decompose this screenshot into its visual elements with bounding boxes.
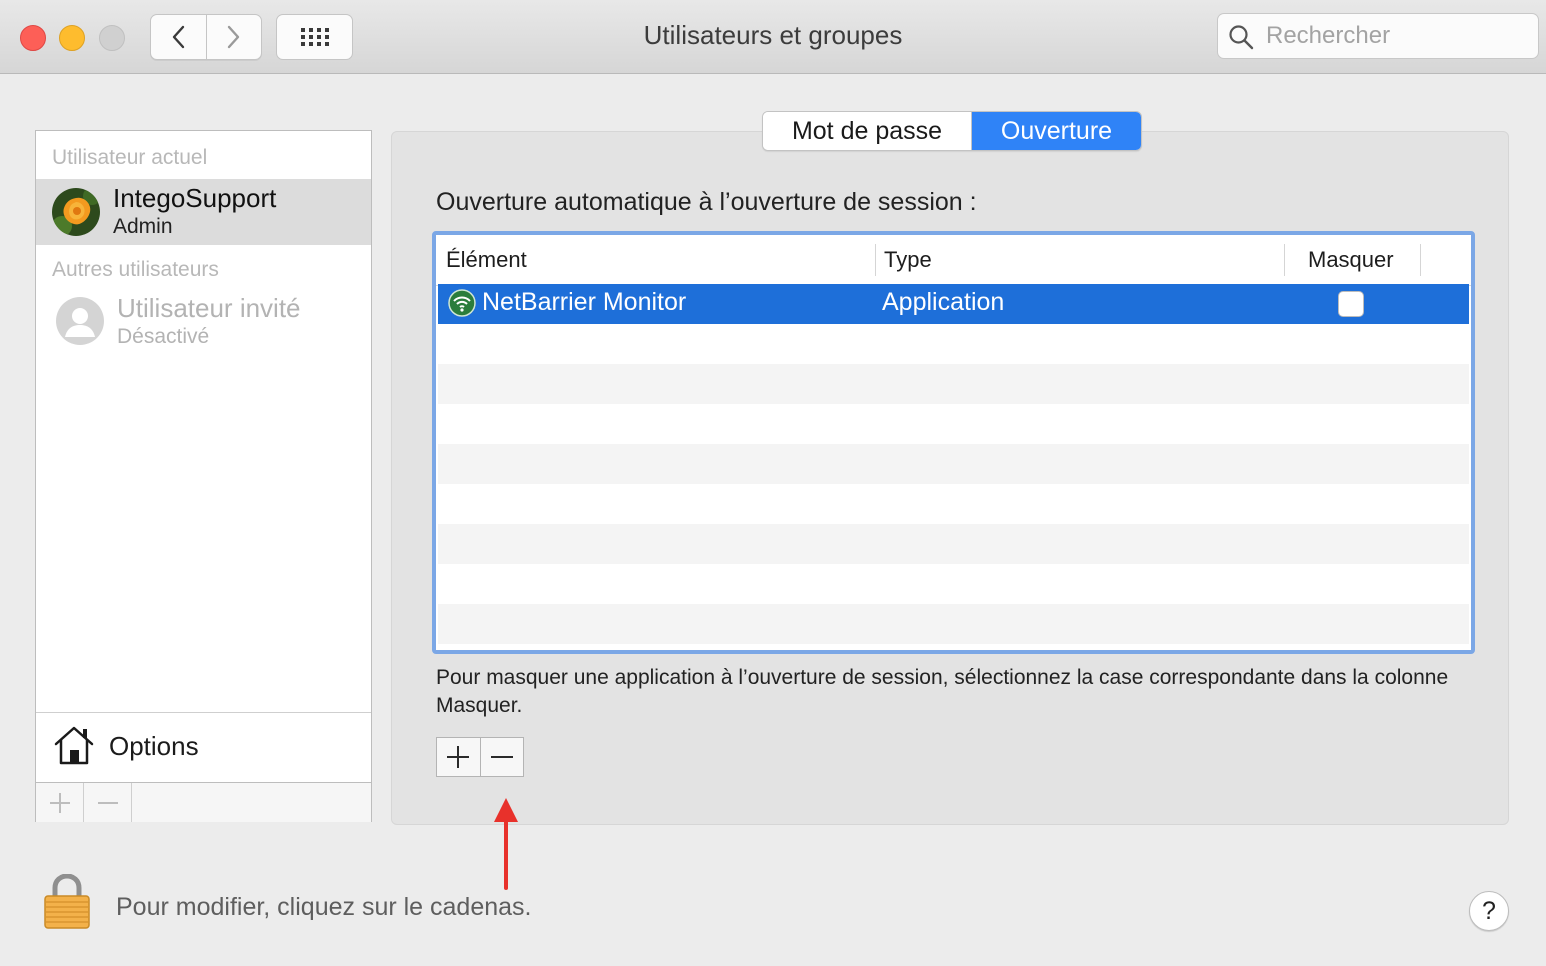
empty-row <box>438 484 1469 524</box>
empty-row <box>438 444 1469 484</box>
remove-login-item-button[interactable] <box>479 738 524 776</box>
current-user-section-label: Utilisateur actuel <box>52 146 208 169</box>
netbarrier-app-icon <box>448 289 476 317</box>
title-bar: Utilisateurs et groupes <box>0 0 1546 74</box>
column-divider <box>875 244 876 276</box>
remove-user-button[interactable] <box>84 783 132 822</box>
sidebar-footer <box>36 782 371 822</box>
help-button[interactable]: ? <box>1469 891 1509 931</box>
column-divider <box>1420 244 1421 276</box>
empty-row <box>438 604 1469 644</box>
guest-avatar <box>56 297 104 345</box>
table-header: Élément Type Masquer <box>436 235 1471 286</box>
other-users-section-label: Autres utilisateurs <box>52 258 219 281</box>
current-user-role: Admin <box>113 215 173 238</box>
current-user-row[interactable]: IntegoSupport Admin <box>36 179 371 245</box>
search-icon <box>1229 25 1254 50</box>
row-element-name: NetBarrier Monitor <box>482 288 687 316</box>
minus-icon <box>97 801 118 804</box>
padlock-icon[interactable] <box>43 874 91 930</box>
login-items-title: Ouverture automatique à l’ouverture de s… <box>436 188 977 216</box>
column-header-element[interactable]: Élément <box>446 247 527 273</box>
guest-user-name[interactable]: Utilisateur invité <box>117 293 301 324</box>
tab-password[interactable]: Mot de passe <box>763 112 972 150</box>
search-input[interactable] <box>1264 20 1528 52</box>
empty-row <box>438 524 1469 564</box>
add-user-button[interactable] <box>36 783 84 822</box>
options-label: Options <box>109 731 199 761</box>
login-options-row[interactable]: Options <box>36 712 371 783</box>
red-arrow-annotation-icon <box>494 798 518 890</box>
column-header-type[interactable]: Type <box>884 247 932 273</box>
column-divider <box>1284 244 1285 276</box>
guest-user-status: Désactivé <box>117 325 210 348</box>
current-user-name: IntegoSupport <box>113 183 277 213</box>
hide-checkbox[interactable] <box>1338 291 1364 317</box>
search-field[interactable] <box>1217 13 1539 59</box>
add-login-item-button[interactable] <box>437 738 480 776</box>
row-element-type: Application <box>882 288 1005 316</box>
avatar <box>52 188 100 236</box>
users-sidebar: Utilisateur actuel IntegoSupport Admin A… <box>35 130 372 822</box>
empty-row <box>438 364 1469 404</box>
lock-hint-text: Pour modifier, cliquez sur le cadenas. <box>116 893 532 921</box>
empty-row <box>438 404 1469 444</box>
empty-row <box>438 324 1469 364</box>
flower-avatar-icon <box>52 188 100 236</box>
login-items-table[interactable]: Élément Type Masquer NetBarrier Monitor … <box>432 231 1475 654</box>
add-remove-buttons <box>436 737 524 777</box>
empty-row <box>438 564 1469 604</box>
column-header-hide[interactable]: Masquer <box>1308 247 1394 273</box>
hide-hint-text: Pour masquer une application à l’ouvertu… <box>436 666 1449 717</box>
plus-icon <box>447 746 470 768</box>
table-row[interactable]: NetBarrier Monitor Application <box>438 284 1469 324</box>
house-icon <box>54 726 94 765</box>
tab-bar: Mot de passe Ouverture <box>762 111 1142 151</box>
minus-icon <box>490 756 513 758</box>
person-icon <box>65 308 95 337</box>
tab-login-items[interactable]: Ouverture <box>972 112 1141 150</box>
plus-icon <box>49 792 70 813</box>
